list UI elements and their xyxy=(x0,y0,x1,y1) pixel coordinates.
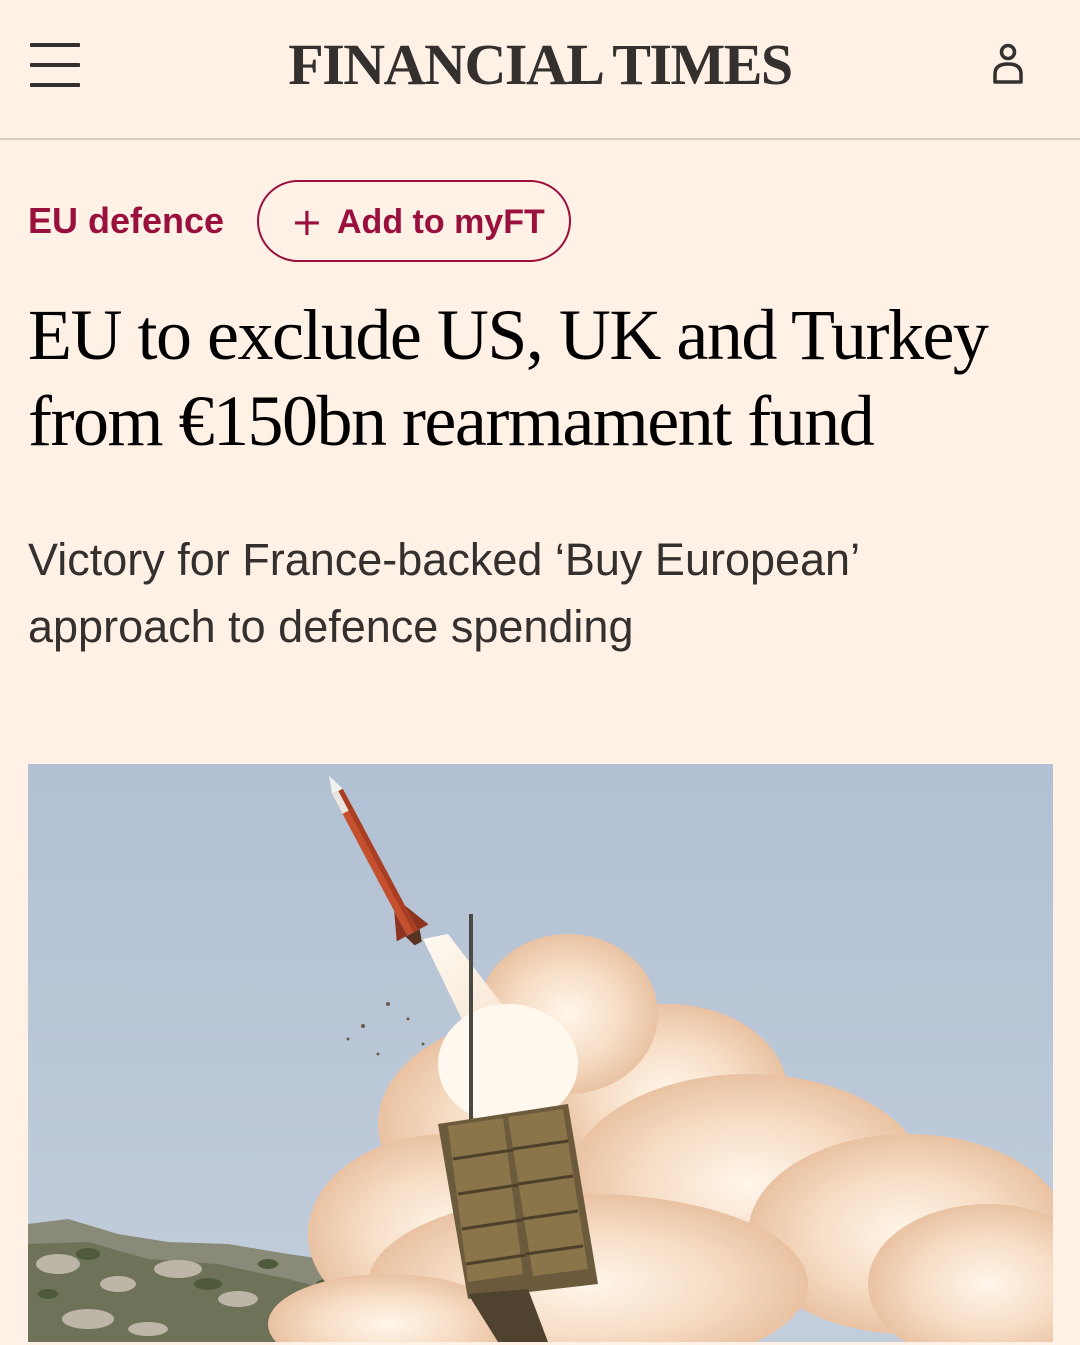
masthead-logo[interactable]: FINANCIAL TIMES xyxy=(200,30,880,100)
hamburger-menu-icon[interactable] xyxy=(30,43,80,87)
menu-line xyxy=(30,83,80,87)
missile-launch-photo xyxy=(28,764,1053,1342)
site-header: FINANCIAL TIMES xyxy=(0,0,1080,140)
user-account-icon[interactable] xyxy=(990,42,1026,86)
topic-link[interactable]: EU defence xyxy=(28,198,224,244)
topic-row: EU defence + Add to myFT xyxy=(28,180,1028,262)
add-to-myft-label: Add to myFT xyxy=(337,203,545,241)
article-standfirst: Victory for France-backed ‘Buy European’… xyxy=(28,534,859,652)
menu-line xyxy=(30,63,80,67)
menu-line xyxy=(30,43,80,47)
article-headline: EU to exclude US, UK and Turkey from €15… xyxy=(28,295,989,461)
plus-icon: + xyxy=(291,200,323,244)
add-to-myft-button[interactable]: + Add to myFT xyxy=(257,180,571,262)
